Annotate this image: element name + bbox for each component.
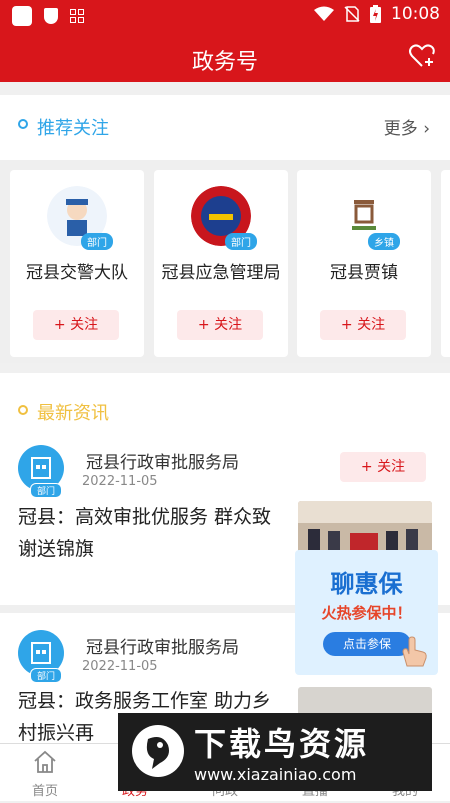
card-name: 冠县交警大队 <box>26 263 128 283</box>
chevron-right-icon: › <box>423 119 430 139</box>
home-icon <box>34 750 56 773</box>
no-sim-icon <box>344 6 360 22</box>
section-dot-icon <box>18 119 28 129</box>
recommend-header: 推荐关注 更多 › <box>0 95 450 155</box>
account-card-partial[interactable] <box>441 170 450 357</box>
news-source: 冠县行政审批服务局 <box>86 638 239 658</box>
avatar-tag: 部门 <box>30 668 63 683</box>
more-link[interactable]: 更多 › <box>384 114 430 139</box>
ad-title: 聊惠保 <box>330 570 403 598</box>
avatar-tag: 部门 <box>30 483 63 498</box>
tab-label: 首页 <box>31 784 58 799</box>
ad-subtitle: 火热参保中！ <box>321 604 412 622</box>
heart-plus-icon[interactable] <box>408 42 436 70</box>
wifi-icon <box>314 6 334 21</box>
ad-cta-button[interactable]: 点击参保 <box>323 632 411 656</box>
status-bar: 10:08 <box>0 0 450 32</box>
account-card-traffic-police[interactable]: 部门 冠县交警大队 + 关注 <box>10 170 144 357</box>
card-tag: 乡镇 <box>368 233 400 250</box>
tab-home[interactable]: 首页 <box>0 744 90 801</box>
battery-charging-icon <box>370 5 381 23</box>
grid-notification-icon <box>70 9 84 23</box>
recommend-title: 推荐关注 <box>37 118 109 139</box>
header: 政务号 <box>0 32 450 82</box>
follow-button[interactable]: + 关注 <box>320 310 406 340</box>
bird-logo-icon <box>132 725 184 777</box>
card-name: 冠县应急管理局 <box>161 263 281 283</box>
app-notification-icon <box>12 6 32 26</box>
recommend-section: 推荐关注 更多 › 部门 冠县交警大队 + 关注 部门 冠县应急管理局 + 关注 <box>0 95 450 363</box>
page-title: 政务号 <box>191 50 258 75</box>
news-date: 2022-11-05 <box>82 474 158 489</box>
news-source: 冠县行政审批服务局 <box>86 453 239 473</box>
card-name: 冠县贾镇 <box>330 263 398 283</box>
follow-button[interactable]: + 关注 <box>340 452 426 482</box>
account-card-jiazhen[interactable]: 乡镇 冠县贾镇 + 关注 <box>297 170 431 357</box>
news-headline[interactable]: 冠县：高效审批优服务 群众致谢送锦旗 <box>18 501 288 565</box>
clock: 10:08 <box>391 4 440 24</box>
follow-button[interactable]: + 关注 <box>177 310 263 340</box>
recommend-cards: 部门 冠县交警大队 + 关注 部门 冠县应急管理局 + 关注 乡镇 冠县贾镇 +… <box>0 160 450 363</box>
watermark-url: www.xiazainiao.com <box>194 765 357 784</box>
card-tag: 部门 <box>225 233 257 250</box>
shield-notification-icon <box>44 8 58 24</box>
card-tag: 部门 <box>81 233 113 250</box>
insurance-ad-banner[interactable]: 聊惠保 火热参保中！ 点击参保 <box>295 550 438 675</box>
watermark-banner: 下载鸟资源 www.xiazainiao.com <box>118 713 432 791</box>
hand-pointer-icon <box>402 636 427 667</box>
account-card-emergency[interactable]: 部门 冠县应急管理局 + 关注 <box>154 170 288 357</box>
watermark-title: 下载鸟资源 <box>194 725 370 763</box>
follow-button[interactable]: + 关注 <box>33 310 119 340</box>
news-date: 2022-11-05 <box>82 659 158 674</box>
